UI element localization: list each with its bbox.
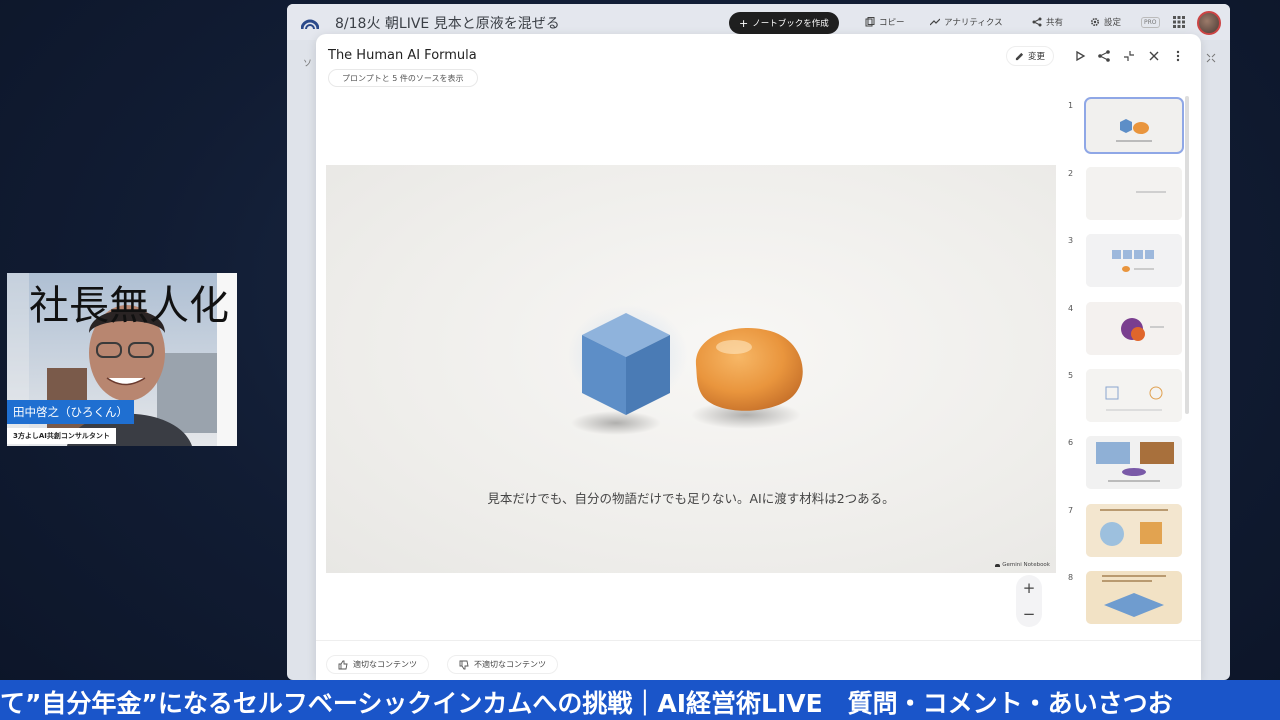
- current-slide: 見本だけでも、自分の物語だけでも足りない。AIに渡す材料は2つある。 Gemin…: [326, 165, 1056, 573]
- thumb-number: 7: [1068, 506, 1074, 515]
- slide-thumbnail-6[interactable]: [1086, 436, 1182, 489]
- notebook-logo-icon: [995, 563, 1001, 567]
- create-notebook-button[interactable]: + ノートブックを作成: [729, 12, 839, 34]
- zoom-controls: + −: [1016, 575, 1042, 627]
- share-button[interactable]: 共有: [1032, 16, 1063, 28]
- ticker-text: て”自分年金”になるセルフベーシックインカムへの挑戦｜AI経営術LIVE 質問・…: [0, 689, 1173, 718]
- plus-icon: +: [739, 16, 749, 30]
- copy-icon: [865, 17, 875, 27]
- background-sign-text: 社長無人化: [29, 283, 229, 329]
- thumb-number: 5: [1068, 371, 1074, 380]
- presenter-title-label: 3方よしAI共創コンサルタント: [7, 428, 116, 444]
- thumb-number: 3: [1068, 236, 1074, 245]
- zoom-in-button[interactable]: +: [1023, 580, 1036, 596]
- show-sources-chip[interactable]: プロンプトと 5 件のソースを表示: [328, 69, 478, 87]
- close-icon: [1149, 51, 1159, 61]
- slide-thumbnail-7[interactable]: [1086, 504, 1182, 557]
- trending-up-icon: [930, 18, 940, 26]
- thumb-number: 1: [1068, 101, 1074, 110]
- thumb-number: 6: [1068, 438, 1074, 447]
- pencil-icon: [1015, 52, 1024, 60]
- webcam-overlay: 社長無人化 田中啓之（ひろくん） 3方よしAI共創コンサルタント: [7, 273, 237, 446]
- thumbnail-image: [1086, 234, 1182, 287]
- collapse-icon[interactable]: [1205, 52, 1217, 64]
- thumbnail-image: [1086, 571, 1182, 624]
- close-button[interactable]: [1147, 48, 1161, 62]
- thumbnail-image: [1086, 99, 1182, 152]
- deck-title: The Human AI Formula: [328, 48, 477, 63]
- bottom-ticker: て”自分年金”になるセルフベーシックインカムへの挑戦｜AI経営術LIVE 質問・…: [0, 680, 1280, 720]
- thumbnail-image: [1086, 167, 1182, 220]
- settings-button[interactable]: 設定: [1090, 16, 1121, 28]
- play-icon: [1076, 50, 1086, 62]
- thumb-number: 4: [1068, 304, 1074, 313]
- collapse-button[interactable]: [1122, 48, 1136, 62]
- apps-grid-icon[interactable]: [1173, 16, 1185, 28]
- notebooklm-logo-icon[interactable]: [301, 14, 319, 30]
- thumbnail-image: [1086, 504, 1182, 557]
- notebook-title[interactable]: 8/18火 朝LIVE 見本と原液を混ぜる: [335, 13, 560, 33]
- slide-thumbnail-2[interactable]: [1086, 167, 1182, 220]
- pro-badge: PRO: [1141, 17, 1160, 28]
- share-icon: [1032, 17, 1042, 27]
- thumbs-up-icon: [338, 660, 348, 669]
- slide-thumbnail-4[interactable]: [1086, 302, 1182, 355]
- more-options-button[interactable]: [1171, 48, 1185, 62]
- share-deck-button[interactable]: [1097, 48, 1111, 62]
- zoom-out-button[interactable]: −: [1023, 606, 1036, 622]
- slide-deck-viewer: The Human AI Formula プロンプトと 5 件のソースを表示 変…: [316, 34, 1201, 680]
- profile-avatar[interactable]: [1197, 11, 1221, 35]
- slide-thumbnail-3[interactable]: [1086, 234, 1182, 287]
- sources-panel-edge: ソ: [303, 59, 313, 69]
- more-vert-icon: [1176, 50, 1180, 62]
- edit-button[interactable]: 変更: [1006, 46, 1055, 66]
- feedback-bar: 適切なコンテンツ 不適切なコンテンツ: [316, 640, 1201, 680]
- slide-thumbnail-5[interactable]: [1086, 369, 1182, 422]
- share-icon: [1098, 50, 1110, 62]
- good-content-button[interactable]: 適切なコンテンツ: [326, 655, 429, 674]
- thumbs-down-icon: [459, 660, 469, 669]
- collapse-icon: [1124, 51, 1134, 61]
- thumbnail-scrollbar[interactable]: [1185, 96, 1189, 414]
- thumb-number: 8: [1068, 573, 1074, 582]
- analytics-button[interactable]: アナリティクス: [930, 16, 1003, 28]
- gear-icon: [1090, 17, 1100, 27]
- cube-and-clay-illustration: [568, 305, 803, 435]
- thumbnail-image: [1086, 302, 1182, 355]
- thumb-number: 2: [1068, 169, 1074, 178]
- bad-content-button[interactable]: 不適切なコンテンツ: [447, 655, 558, 674]
- slide-thumbnail-1[interactable]: [1084, 97, 1184, 154]
- gemini-notebook-watermark: Gemini Notebook: [995, 562, 1050, 568]
- slide-caption: 見本だけでも、自分の物語だけでも足りない。AIに渡す材料は2つある。: [487, 491, 895, 506]
- presenter-name-label: 田中啓之（ひろくん）: [7, 400, 134, 424]
- thumbnail-image: [1086, 436, 1182, 489]
- copy-button[interactable]: コピー: [865, 16, 905, 28]
- slide-thumbnail-8[interactable]: [1086, 571, 1182, 624]
- play-button[interactable]: [1073, 48, 1087, 62]
- thumbnail-image: [1086, 369, 1182, 422]
